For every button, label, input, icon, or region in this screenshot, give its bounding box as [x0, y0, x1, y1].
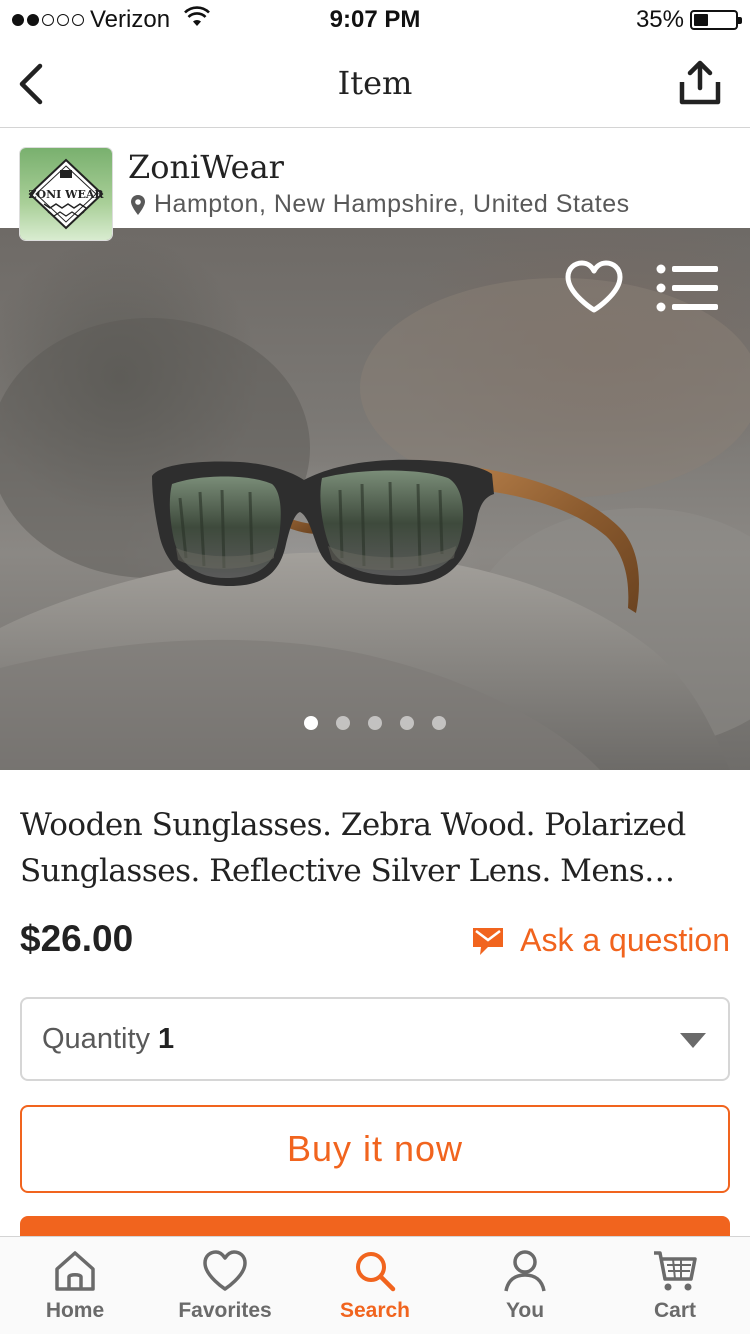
shop-logo-text: ZONI WEAR: [28, 188, 104, 201]
quantity-label: Quantity: [42, 1023, 150, 1055]
pagination-dot[interactable]: [336, 716, 350, 730]
map-pin-icon: [131, 194, 145, 215]
tab-favorites[interactable]: Favorites: [150, 1237, 300, 1334]
add-to-list-button[interactable]: [656, 264, 720, 312]
share-icon: [679, 60, 721, 105]
shop-location-text: Hampton, New Hampshire, United States: [154, 190, 630, 218]
quantity-value: 1: [158, 1023, 175, 1055]
home-icon: [55, 1251, 95, 1291]
battery-icon: [690, 10, 742, 30]
pagination-dot[interactable]: [432, 716, 446, 730]
shop-logo[interactable]: ZONI WEAR: [20, 148, 112, 240]
image-pagination[interactable]: [0, 716, 750, 730]
person-icon: [504, 1250, 546, 1292]
battery-percent: 35%: [635, 6, 684, 33]
page-title: Item: [337, 64, 413, 102]
tab-search[interactable]: Search: [300, 1237, 450, 1334]
tab-label: Cart: [653, 1299, 696, 1322]
tab-home[interactable]: Home: [0, 1237, 150, 1334]
status-bar: Verizon 9:07 PM 35%: [0, 0, 750, 40]
nav-bar: Item: [0, 40, 750, 128]
tab-you[interactable]: You: [450, 1237, 600, 1334]
tab-bar: Home Favorites Search You Cart: [0, 1236, 750, 1334]
quantity-label-wrap: Quantity 1: [42, 1023, 174, 1056]
ask-question-label: Ask a question: [520, 922, 730, 958]
list-icon: [656, 264, 718, 312]
heart-icon: [203, 1250, 247, 1291]
item-price: $26.00: [20, 918, 134, 959]
pagination-dot[interactable]: [304, 716, 318, 730]
item-title: Wooden Sunglasses. Zebra Wood. Polarized…: [20, 807, 686, 889]
ask-question-button[interactable]: Ask a question: [472, 922, 730, 959]
cart-icon: [654, 1251, 697, 1291]
sunglasses-photo: [0, 278, 750, 770]
tab-label: Favorites: [178, 1299, 272, 1322]
pagination-dot[interactable]: [400, 716, 414, 730]
shop-location: Hampton, New Hampshire, United States: [130, 190, 630, 219]
tab-label: Home: [45, 1299, 105, 1322]
search-icon: [356, 1252, 396, 1292]
pagination-dot[interactable]: [368, 716, 382, 730]
favorite-button[interactable]: [564, 260, 624, 316]
buy-now-button[interactable]: Buy it now: [20, 1105, 730, 1193]
chevron-down-icon: [680, 1033, 706, 1048]
shop-name[interactable]: ZoniWear: [128, 148, 284, 186]
heart-outline-icon: [565, 260, 623, 313]
share-button[interactable]: [676, 60, 724, 108]
battery-fill: [694, 14, 708, 26]
tab-cart[interactable]: Cart: [600, 1237, 750, 1334]
quantity-select[interactable]: Quantity 1: [20, 997, 730, 1081]
tab-label: You: [505, 1299, 545, 1322]
product-image[interactable]: [0, 228, 750, 770]
tab-label: Search: [339, 1299, 411, 1322]
message-icon: [473, 927, 504, 955]
